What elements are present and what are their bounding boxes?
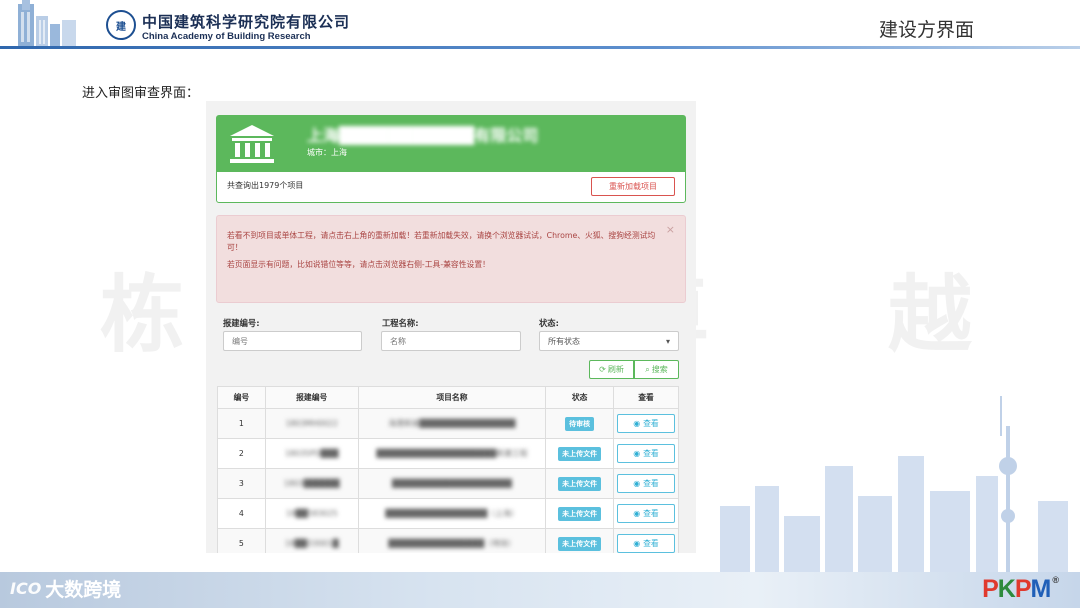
column-header: 项目名称 — [357, 386, 547, 409]
project-name: █████████████████（上海） — [385, 509, 519, 518]
project-code: 18██D3001█ — [284, 539, 339, 548]
project-name: ████████████████████新建工程 — [376, 449, 528, 458]
slide-header: 建 中国建筑科学研究院有限公司 China Academy of Buildin… — [0, 0, 1080, 48]
status-badge: 未上传文件 — [558, 506, 602, 521]
row-number: 3 — [217, 468, 266, 499]
table-row: 5 18██D3001█ ████████████████（地块） 未上传文件 … — [217, 528, 679, 553]
view-label: 查看 — [643, 509, 659, 518]
refresh-button[interactable]: ⟳ 刷新 — [589, 360, 634, 379]
search-button[interactable]: ⌕ 搜索 — [634, 360, 679, 379]
status-label: 状态: — [539, 318, 559, 328]
column-header: 状态 — [545, 386, 614, 409]
registered-mark: ® — [1052, 575, 1059, 585]
company-panel: 上海███████████有限公司 城市：上海 共查询出1979个项目 重新加载… — [216, 115, 686, 203]
city-skyline-illustration — [720, 396, 1068, 576]
bank-building-icon — [230, 125, 274, 163]
view-button[interactable]: ◉ 查看 — [617, 414, 675, 433]
table-row: 2 18035PD███ ████████████████████新建工程 未上… — [217, 438, 679, 469]
footer-band — [0, 572, 1080, 608]
company-header: 上海███████████有限公司 城市：上海 — [217, 116, 685, 172]
status-badge: 未上传文件 — [558, 476, 602, 491]
view-button[interactable]: ◉ 查看 — [617, 534, 675, 553]
table-row: 3 1803██████ ████████████████████ 未上传文件 … — [217, 468, 679, 499]
search-label: 搜索 — [651, 365, 668, 374]
project-code: 18035PD███ — [284, 449, 339, 458]
project-code: 1803MH0022 — [285, 419, 338, 428]
view-button[interactable]: ◉ 查看 — [617, 444, 675, 463]
eye-icon: ◉ — [633, 479, 641, 488]
watermark-char: 栋 — [100, 265, 193, 364]
app-screenshot: 上海███████████有限公司 城市：上海 共查询出1979个项目 重新加载… — [206, 101, 696, 553]
view-button[interactable]: ◉ 查看 — [617, 474, 675, 493]
reload-projects-button[interactable]: 重新加载项目 — [591, 177, 675, 196]
watermark-char: 越 — [887, 265, 980, 364]
row-number: 4 — [217, 498, 266, 529]
eye-icon: ◉ — [633, 449, 641, 458]
column-header: 查看 — [613, 386, 679, 409]
brand-logo-icon: ICO — [10, 579, 42, 598]
status-badge: 未上传文件 — [558, 536, 602, 551]
status-badge: 未上传文件 — [558, 446, 602, 461]
status-select[interactable]: 所有状态 ▾ — [539, 331, 679, 351]
eye-icon: ◉ — [633, 419, 641, 428]
code-input[interactable] — [223, 331, 362, 351]
row-number: 2 — [217, 438, 266, 469]
org-name-en: China Academy of Building Research — [142, 31, 311, 42]
warning-alert: × 若看不到项目或单体工程，请点击右上角的重新加载！若重新加载失效，请换个浏览器… — [216, 215, 686, 303]
view-label: 查看 — [643, 449, 659, 458]
table-row: 4 18██583025 █████████████████（上海） 未上传文件… — [217, 498, 679, 529]
column-header: 报建编号 — [264, 386, 359, 409]
row-number: 1 — [217, 408, 266, 439]
project-count: 共查询出1979个项目 — [227, 181, 304, 190]
eye-icon: ◉ — [633, 539, 641, 548]
row-number: 5 — [217, 528, 266, 553]
footer-brand: ICO 大数跨境 — [10, 575, 121, 602]
refresh-label: 刷新 — [607, 365, 624, 374]
view-label: 查看 — [643, 539, 659, 548]
view-label: 查看 — [643, 419, 659, 428]
pkpm-logo: PKPM ® — [982, 575, 1059, 604]
pkpm-letter: M — [1030, 575, 1052, 603]
project-table: 编号 报建编号 项目名称 状态 查看 1 1803MH0022 海港新城████… — [217, 386, 679, 553]
building-illustration-icon — [18, 0, 76, 48]
pkpm-letter: P — [1014, 575, 1032, 603]
org-name-cn: 中国建筑科学研究院有限公司 — [142, 13, 351, 31]
project-name: 海港新城████████████████ — [388, 419, 516, 428]
alert-line: 若看不到项目或单体工程，请点击右上角的重新加载！若重新加载失效，请换个浏览器试试… — [227, 231, 656, 252]
project-code: 18██583025 — [285, 509, 338, 518]
company-city: 城市：上海 — [307, 148, 347, 157]
project-code: 1803██████ — [283, 479, 340, 488]
project-name: ████████████████（地块） — [388, 539, 516, 548]
slide-title: 建设方界面 — [878, 19, 974, 41]
close-icon[interactable]: × — [666, 224, 675, 236]
name-label: 工程名称: — [382, 318, 419, 328]
view-button[interactable]: ◉ 查看 — [617, 504, 675, 523]
pkpm-letter: P — [982, 575, 999, 603]
status-select-value: 所有状态 — [548, 336, 580, 346]
search-icon: ⌕ — [645, 364, 650, 374]
status-badge: 待审核 — [565, 416, 595, 431]
column-header: 编号 — [217, 386, 266, 409]
eye-icon: ◉ — [633, 509, 641, 518]
code-label: 报建编号: — [223, 318, 260, 328]
cabr-logo-icon: 建 — [106, 10, 136, 40]
refresh-icon: ⟳ — [599, 365, 606, 374]
name-input[interactable] — [381, 331, 521, 351]
section-caption: 进入审图审查界面： — [82, 86, 200, 101]
brand-name: 大数跨境 — [45, 579, 122, 601]
pkpm-letter: K — [997, 575, 1016, 603]
alert-line: 若页面显示有问题，比如说错位等等，请点击浏览器右侧-工具-兼容性设置！ — [227, 260, 490, 269]
caret-down-icon: ▾ — [665, 336, 670, 346]
header-divider — [0, 46, 1080, 49]
table-header-row: 编号 报建编号 项目名称 状态 查看 — [217, 386, 679, 409]
table-row: 1 1803MH0022 海港新城████████████████ 待审核 ◉ 查… — [217, 408, 679, 439]
view-label: 查看 — [643, 479, 659, 488]
project-name: ████████████████████ — [391, 479, 512, 488]
company-name: 上海███████████有限公司 — [307, 126, 539, 145]
